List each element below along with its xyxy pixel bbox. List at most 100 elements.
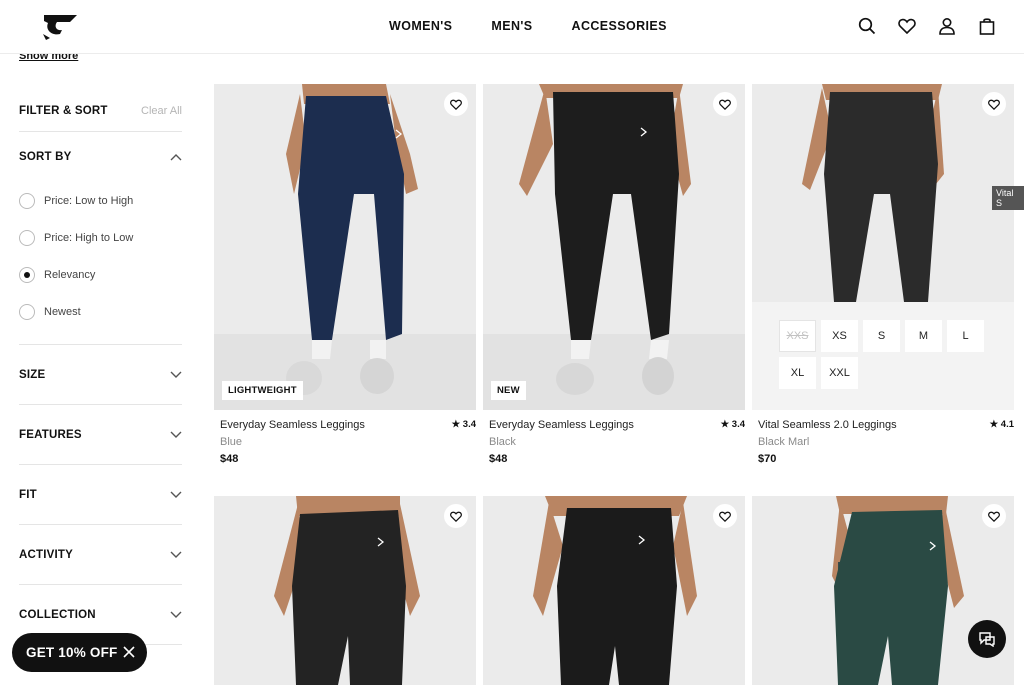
- filter-activity[interactable]: ACTIVITY: [19, 525, 182, 585]
- filter-fit[interactable]: FIT: [19, 465, 182, 525]
- account-icon[interactable]: [938, 16, 956, 36]
- product-photo: [483, 496, 745, 685]
- filter-section-title: COLLECTION: [19, 608, 96, 621]
- product-color: Black Marl: [758, 436, 810, 448]
- radio-button-selected[interactable]: [19, 266, 35, 283]
- filter-section-title: FEATURES: [19, 428, 82, 441]
- wishlist-button[interactable]: [713, 92, 737, 116]
- wishlist-button[interactable]: [713, 504, 737, 528]
- rating-value: 3.4: [731, 419, 745, 430]
- product-photo: [214, 496, 476, 685]
- product-name[interactable]: Everyday Seamless Leggings: [483, 419, 745, 431]
- star-icon: ★: [989, 419, 999, 430]
- chevron-up-icon: [170, 154, 182, 161]
- size-option[interactable]: XL: [779, 357, 816, 389]
- close-icon[interactable]: [122, 645, 136, 659]
- star-icon: ★: [720, 419, 730, 430]
- product-name[interactable]: Everyday Seamless Leggings: [214, 419, 476, 431]
- quick-add-size-panel: XXS XS S M L XL XXL: [752, 302, 1014, 410]
- product-photo: [483, 84, 745, 410]
- product-price: $48: [220, 453, 239, 465]
- radio-button[interactable]: [19, 303, 35, 320]
- chevron-down-icon: [170, 491, 182, 498]
- size-option[interactable]: XS: [821, 320, 858, 352]
- wishlist-button[interactable]: [444, 92, 468, 116]
- filter-section-title: SIZE: [19, 368, 46, 381]
- sort-by-title: SORT BY: [19, 151, 72, 163]
- filter-size[interactable]: SIZE: [19, 345, 182, 405]
- product-badge: LIGHTWEIGHT: [222, 381, 303, 400]
- product-card[interactable]: [752, 496, 1014, 685]
- radio-button[interactable]: [19, 229, 35, 246]
- sort-by-toggle[interactable]: SORT BY: [19, 132, 182, 182]
- rating-value: 4.1: [1000, 419, 1014, 430]
- heart-icon: [450, 511, 462, 522]
- sort-option-relevancy[interactable]: Relevancy: [19, 256, 182, 293]
- filter-sort-header: FILTER & SORT Clear All: [19, 90, 182, 132]
- heart-icon[interactable]: [898, 16, 916, 36]
- product-rating: ★ 4.1: [990, 419, 1014, 430]
- heart-icon: [988, 99, 1000, 110]
- product-name[interactable]: Vital Seamless 2.0 Leggings: [752, 419, 1014, 431]
- product-card[interactable]: NEW Everyday Seamless Leggings ★ 3.4 Bla…: [483, 84, 745, 465]
- rating-value: 3.4: [462, 419, 476, 430]
- filter-section-title: FIT: [19, 488, 37, 501]
- chat-icon: [979, 632, 995, 647]
- main-nav: WOMEN'S MEN'S ACCESSORIES: [389, 19, 667, 33]
- sort-option-price-high-low[interactable]: Price: High to Low: [19, 219, 182, 256]
- chat-button[interactable]: [968, 620, 1006, 658]
- size-option[interactable]: L: [947, 320, 984, 352]
- heart-icon: [719, 99, 731, 110]
- wishlist-button[interactable]: [444, 504, 468, 528]
- product-image[interactable]: [752, 496, 1014, 685]
- product-card[interactable]: LIGHTWEIGHT Everyday Seamless Leggings ★…: [214, 84, 476, 465]
- filter-sidebar: FILTER & SORT Clear All SORT BY Price: L…: [19, 90, 182, 645]
- nav-mens[interactable]: MEN'S: [491, 19, 532, 33]
- chevron-down-icon: [170, 371, 182, 378]
- nav-womens[interactable]: WOMEN'S: [389, 19, 452, 33]
- sort-option-price-low-high[interactable]: Price: Low to High: [19, 182, 182, 219]
- discount-promo-button[interactable]: GET 10% OFF: [12, 633, 147, 672]
- radio-button[interactable]: [19, 192, 35, 209]
- brand-logo[interactable]: [40, 12, 80, 42]
- star-icon: ★: [451, 419, 461, 430]
- product-photo: [752, 496, 1014, 685]
- product-color: Black: [489, 436, 516, 448]
- chevron-down-icon: [170, 611, 182, 618]
- product-card[interactable]: XXS XS S M L XL XXL Vital Seamless 2.0 L…: [752, 84, 1014, 465]
- product-color: Blue: [220, 436, 243, 448]
- product-image[interactable]: XXS XS S M L XL XXL: [752, 84, 1014, 410]
- product-photo: [214, 84, 476, 410]
- sort-option-label: Price: High to Low: [44, 231, 134, 244]
- sort-option-newest[interactable]: Newest: [19, 293, 182, 330]
- site-header: WOMEN'S MEN'S ACCESSORIES: [0, 0, 1024, 54]
- sort-option-label: Relevancy: [44, 268, 96, 281]
- nav-accessories[interactable]: ACCESSORIES: [572, 19, 667, 33]
- promo-label: GET 10% OFF: [26, 645, 118, 660]
- heart-icon: [719, 511, 731, 522]
- chevron-down-icon: [170, 551, 182, 558]
- size-option[interactable]: M: [905, 320, 942, 352]
- filter-features[interactable]: FEATURES: [19, 405, 182, 465]
- heart-icon: [988, 511, 1000, 522]
- chevron-down-icon: [170, 431, 182, 438]
- heart-icon: [450, 99, 462, 110]
- wishlist-button[interactable]: [982, 504, 1006, 528]
- product-image[interactable]: NEW: [483, 84, 745, 410]
- product-image[interactable]: [214, 496, 476, 685]
- sort-option-label: Newest: [44, 305, 81, 318]
- size-option[interactable]: XXL: [821, 357, 858, 389]
- header-icons: [858, 16, 996, 36]
- product-photo: [752, 84, 1014, 302]
- size-option[interactable]: S: [863, 320, 900, 352]
- wishlist-button[interactable]: [982, 92, 1006, 116]
- product-badge: NEW: [491, 381, 526, 400]
- clear-all-button[interactable]: Clear All: [141, 105, 182, 117]
- product-card[interactable]: [483, 496, 745, 685]
- size-options: XXS XS S M L XL XXL: [779, 320, 989, 389]
- search-icon[interactable]: [858, 16, 876, 36]
- product-image[interactable]: LIGHTWEIGHT: [214, 84, 476, 410]
- product-card[interactable]: [214, 496, 476, 685]
- bag-icon[interactable]: [978, 16, 996, 36]
- product-image[interactable]: [483, 496, 745, 685]
